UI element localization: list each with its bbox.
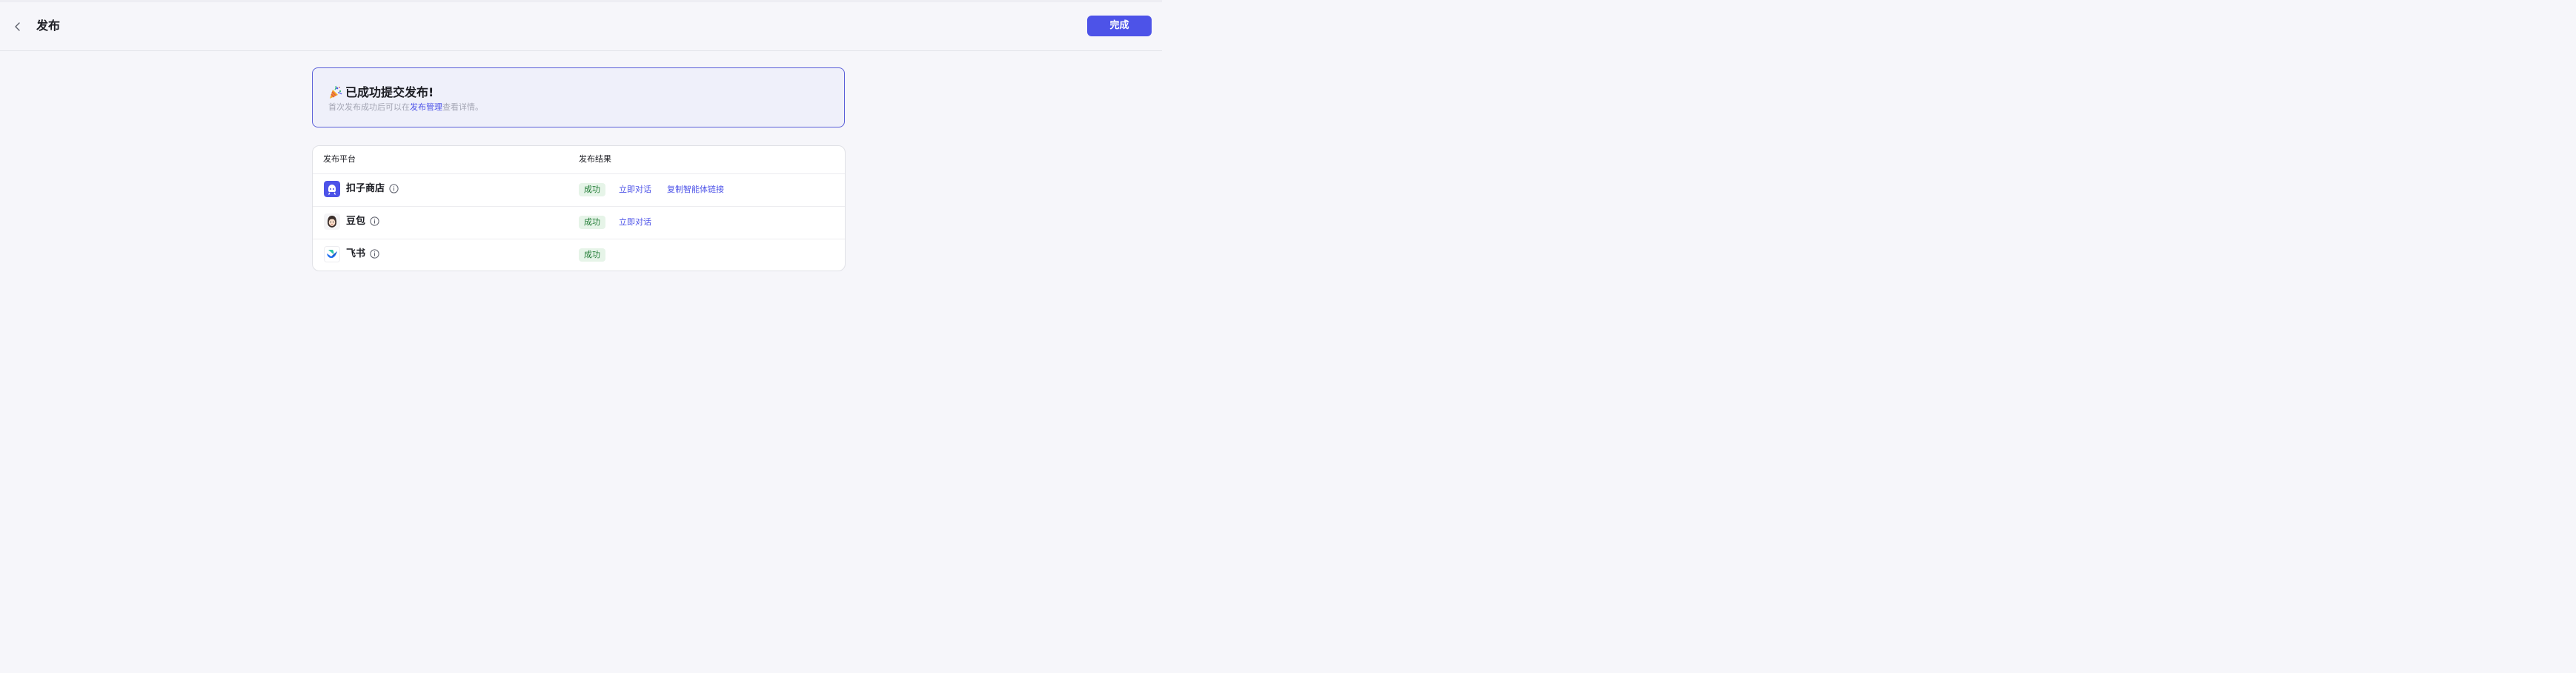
status-badge: 成功 [579,183,605,196]
copy-agent-link[interactable]: 复制智能体链接 [667,183,724,196]
chevron-left-icon [15,22,20,31]
info-icon[interactable] [370,249,379,259]
page-header: 发布 完成 [0,2,1162,51]
publish-result-table: 发布平台 发布结果 扣子商店 成功 立即对话 复制智能体链接 豆包 成功 立即对… [312,145,846,271]
banner-title-row: 已成功提交发布! [328,84,434,101]
info-icon[interactable] [389,184,399,193]
page-title: 发布 [36,19,61,33]
table-header: 发布平台 发布结果 [313,146,845,174]
table-row: 豆包 成功 立即对话 [313,206,845,239]
chat-now-link[interactable]: 立即对话 [619,183,651,196]
banner-subtitle-suffix: 查看详情。 [442,102,483,112]
success-banner: 已成功提交发布! 首次发布成功后可以在发布管理查看详情。 [312,67,845,127]
table-row: 飞书 成功 [313,239,845,271]
column-header-result: 发布结果 [579,154,611,164]
platform-name: 飞书 [346,248,366,259]
banner-subtitle-prefix: 首次发布成功后可以在 [328,102,410,112]
status-badge: 成功 [579,248,605,262]
platform-name: 扣子商店 [346,183,385,194]
doubao-icon [324,213,340,230]
chat-now-link[interactable]: 立即对话 [619,216,651,229]
party-popper-icon [330,85,342,99]
banner-title: 已成功提交发布! [345,85,434,99]
feishu-icon [324,246,340,262]
publish-management-link[interactable]: 发布管理 [410,102,442,112]
banner-subtitle: 首次发布成功后可以在发布管理查看详情。 [328,101,483,114]
table-row: 扣子商店 成功 立即对话 复制智能体链接 [313,173,845,207]
done-button[interactable]: 完成 [1087,16,1152,36]
platform-name: 豆包 [346,216,366,227]
coze-store-icon [324,181,340,197]
column-header-platform: 发布平台 [323,154,356,164]
status-badge: 成功 [579,216,605,229]
info-icon[interactable] [370,216,379,226]
back-button[interactable] [9,18,27,36]
